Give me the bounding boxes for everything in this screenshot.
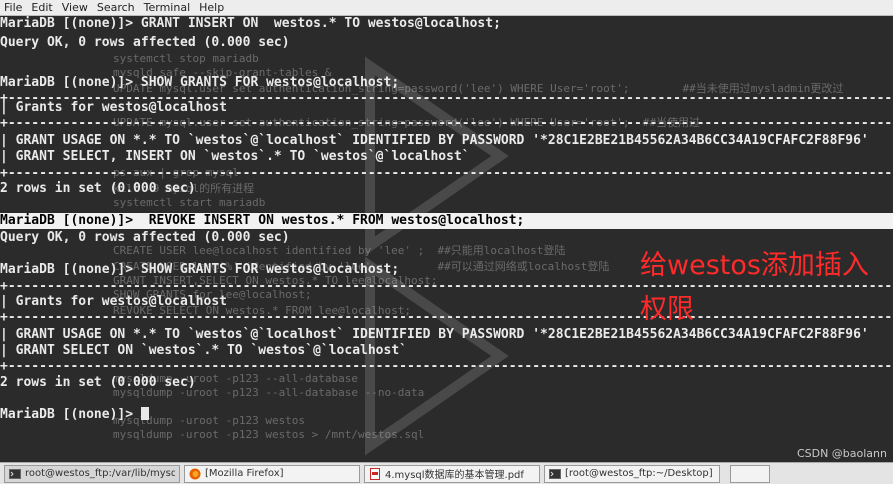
terminal-line: MariaDB [(none)]> SHOW GRANTS FOR westos… xyxy=(0,75,400,90)
terminal-line: | GRANT SELECT, INSERT ON `westos`.* TO … xyxy=(0,149,470,164)
menu-edit[interactable]: Edit xyxy=(31,0,52,16)
menu-search[interactable]: Search xyxy=(97,0,135,16)
menu-help[interactable]: Help xyxy=(199,0,224,16)
pdf-icon xyxy=(370,467,380,480)
terminal-line-selected[interactable]: MariaDB [(none)]> REVOKE INSERT ON westo… xyxy=(0,213,893,229)
terminal-line: | GRANT USAGE ON *.* TO `westos`@`localh… xyxy=(0,133,869,148)
terminal-output[interactable]: systemctl stop mariadb mysqld_safe --ski… xyxy=(0,16,893,462)
menu-bar: File Edit View Search Terminal Help xyxy=(0,0,893,16)
text-cursor xyxy=(140,407,149,420)
taskbar-item-label: [Mozilla Firefox] xyxy=(205,468,284,479)
menu-view[interactable]: View xyxy=(62,0,88,16)
terminal-icon xyxy=(9,468,21,479)
taskbar-item-terminal-active[interactable]: root@westos_ftp:/var/lib/mysql xyxy=(4,464,180,483)
terminal-line: | Grants for westos@localhost xyxy=(0,100,227,115)
firefox-icon xyxy=(189,468,201,479)
menu-file[interactable]: File xyxy=(4,0,22,16)
taskbar-item-terminal[interactable]: [root@westos_ftp:~/Desktop] xyxy=(544,464,720,483)
taskbar-item-pdf[interactable]: 4.mysql数据库的基本管理.pdf xyxy=(364,464,540,483)
taskbar-item-label: [root@westos_ftp:~/Desktop] xyxy=(565,468,713,479)
terminal-line: MariaDB [(none)]> GRANT INSERT ON westos… xyxy=(0,16,501,31)
terminal-line: +---------------------------------------… xyxy=(0,116,893,131)
terminal-line: 2 rows in set (0.000 sec) xyxy=(0,375,196,390)
ghost-line: systemctl stop mariadb xyxy=(113,52,259,65)
annotation-note: 给westos添加插入权限 xyxy=(640,250,869,325)
terminal-line: Query OK, 0 rows affected (0.000 sec) xyxy=(0,35,290,50)
terminal-icon xyxy=(549,468,561,479)
terminal-line: +---------------------------------------… xyxy=(0,359,893,374)
terminal-prompt-line[interactable]: MariaDB [(none)]> xyxy=(0,407,149,423)
terminal-line: +---------------------------------------… xyxy=(0,166,893,181)
ghost-line: mysqldump -uroot -p123 westos > /mnt/wes… xyxy=(113,428,425,441)
terminal-line: Query OK, 0 rows affected (0.000 sec) xyxy=(0,230,290,245)
workspace-switcher[interactable] xyxy=(730,464,770,483)
terminal-line: 2 rows in set (0.000 sec) xyxy=(0,181,196,196)
terminal-line: | GRANT SELECT ON `westos`.* TO `westos`… xyxy=(0,343,407,358)
ghost-line: systemctl start mariadb xyxy=(113,196,266,209)
credit-watermark: CSDN @baolann xyxy=(796,447,887,460)
taskbar: root@westos_ftp:/var/lib/mysql [Mozilla … xyxy=(0,462,893,484)
taskbar-item-label: root@westos_ftp:/var/lib/mysql xyxy=(25,468,175,479)
taskbar-item-firefox[interactable]: [Mozilla Firefox] xyxy=(184,464,360,483)
terminal-prompt: MariaDB [(none)]> xyxy=(0,407,141,422)
terminal-line: MariaDB [(none)]> SHOW GRANTS FOR westos… xyxy=(0,262,400,277)
taskbar-item-label: 4.mysql数据库的基本管理.pdf xyxy=(385,470,524,481)
terminal-line: | Grants for westos@localhost xyxy=(0,294,227,309)
menu-terminal[interactable]: Terminal xyxy=(144,0,191,16)
